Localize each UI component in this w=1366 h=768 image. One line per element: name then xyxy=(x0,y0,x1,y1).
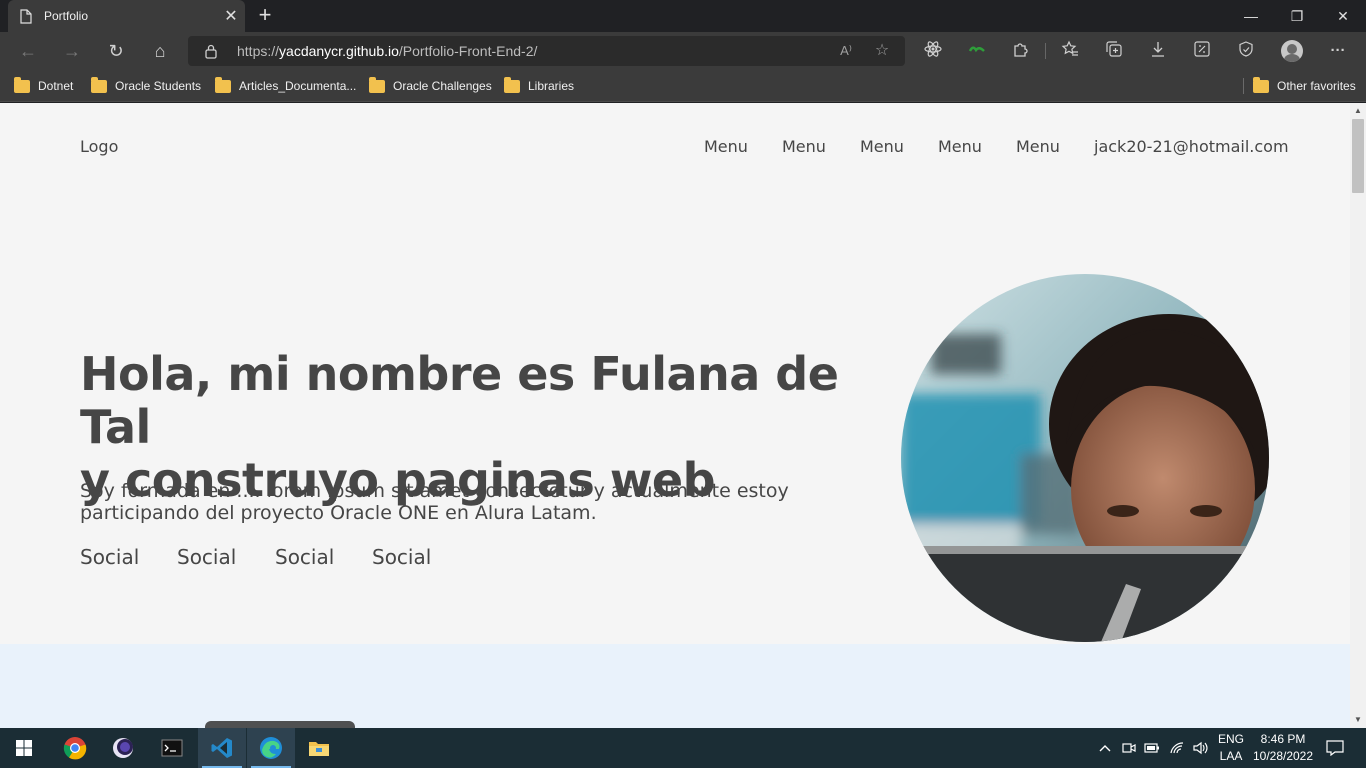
page-scrollbar[interactable]: ▲ ▼ xyxy=(1350,103,1366,728)
social-link-2[interactable]: Social xyxy=(177,545,236,569)
react-devtools-icon[interactable] xyxy=(921,40,945,62)
next-section xyxy=(0,644,1350,728)
favorites-bar: Dotnet Oracle Students Articles_Document… xyxy=(0,70,1366,102)
notifications-icon[interactable] xyxy=(1320,728,1350,768)
favorite-libraries[interactable]: Libraries xyxy=(504,76,574,96)
folder-icon xyxy=(369,76,385,93)
edge-icon[interactable] xyxy=(247,728,295,768)
extensions-icon[interactable] xyxy=(1009,40,1033,62)
social-link-1[interactable]: Social xyxy=(80,545,139,569)
back-button[interactable]: ← xyxy=(15,38,41,64)
forward-button[interactable]: → xyxy=(59,38,85,64)
minimize-button[interactable]: — xyxy=(1228,0,1274,32)
url-prefix: https:// xyxy=(237,43,280,59)
taskbar: ENG LAA 8:46 PM 10/28/2022 xyxy=(0,728,1366,768)
nav-email-link[interactable]: jack20-21@hotmail.com xyxy=(1094,137,1289,156)
scroll-down-icon[interactable]: ▼ xyxy=(1350,712,1366,728)
battery-icon[interactable] xyxy=(1143,728,1161,768)
hero-text-line1: Soy formada en .... lorem ipsum sit amet… xyxy=(80,480,789,502)
profile-icon[interactable] xyxy=(1281,40,1303,62)
wifi-icon[interactable] xyxy=(1168,728,1186,768)
home-button[interactable]: ⌂ xyxy=(147,38,173,64)
tab-close-icon[interactable]: ✕ xyxy=(217,6,245,26)
social-link-4[interactable]: Social xyxy=(372,545,431,569)
hero-title-line1: Hola, mi nombre es Fulana de Tal xyxy=(80,347,839,454)
section-heading-peek xyxy=(205,721,355,728)
input-language[interactable]: ENG LAA xyxy=(1214,731,1248,765)
url-host: yacdanycr.github.io xyxy=(279,43,399,59)
volume-icon[interactable] xyxy=(1191,728,1209,768)
clock-date: 10/28/2022 xyxy=(1252,749,1314,763)
terminal-icon[interactable] xyxy=(148,728,196,768)
other-favorites-label: Other favorites xyxy=(1277,79,1356,93)
toolbar-divider xyxy=(1045,43,1046,59)
lock-icon[interactable] xyxy=(204,43,218,59)
favorite-dotnet[interactable]: Dotnet xyxy=(14,76,73,96)
folder-icon xyxy=(14,76,30,93)
collections-icon[interactable] xyxy=(1102,40,1126,62)
clock[interactable]: 8:46 PM 10/28/2022 xyxy=(1244,731,1322,765)
refresh-button[interactable]: ↻ xyxy=(103,38,129,64)
nav-menu-2[interactable]: Menu xyxy=(782,137,826,156)
more-icon[interactable]: ··· xyxy=(1326,40,1350,62)
language-code: ENG xyxy=(1217,732,1244,746)
tab-strip: Portfolio ✕ + — ❐ ✕ xyxy=(0,0,1366,32)
restore-button[interactable]: ❐ xyxy=(1274,0,1320,32)
scroll-up-icon[interactable]: ▲ xyxy=(1350,103,1366,119)
url-text: https://yacdanycr.github.io/Portfolio-Fr… xyxy=(237,43,537,59)
math-solver-icon[interactable] xyxy=(1190,40,1214,62)
window-close-button[interactable]: ✕ xyxy=(1320,0,1366,32)
nav-menu-1[interactable]: Menu xyxy=(704,137,748,156)
windows-start-icon[interactable] xyxy=(0,728,48,768)
favorite-label: Oracle Challenges xyxy=(393,79,492,93)
social-link-3[interactable]: Social xyxy=(275,545,334,569)
hero-description: Soy formada en .... lorem ipsum sit amet… xyxy=(80,480,860,524)
scrollbar-thumb[interactable] xyxy=(1352,119,1364,193)
hero-text-line2: participando del proyecto Oracle ONE en … xyxy=(80,502,597,524)
nav-menu-3[interactable]: Menu xyxy=(860,137,904,156)
eclipse-icon[interactable] xyxy=(99,728,147,768)
file-explorer-icon[interactable] xyxy=(295,728,343,768)
nav-menu-4[interactable]: Menu xyxy=(938,137,982,156)
favorite-oracle-students[interactable]: Oracle Students xyxy=(91,76,201,96)
add-favorite-icon[interactable]: ☆ xyxy=(872,41,892,61)
favorites-divider xyxy=(1243,78,1244,94)
chrome-icon[interactable] xyxy=(51,728,99,768)
favorite-label: Articles_Documenta... xyxy=(239,79,357,93)
folder-icon xyxy=(91,76,107,93)
favorite-label: Oracle Students xyxy=(115,79,202,93)
folder-icon xyxy=(1253,76,1269,93)
folder-icon xyxy=(215,76,231,93)
site-logo[interactable]: Logo xyxy=(80,137,118,156)
tray-overflow-icon[interactable] xyxy=(1096,728,1114,768)
favorite-label: Libraries xyxy=(528,79,575,93)
url-path: /Portfolio-Front-End-2/ xyxy=(398,43,538,59)
other-favorites[interactable]: Other favorites xyxy=(1253,76,1356,96)
browser-essentials-icon[interactable] xyxy=(1234,40,1258,62)
clock-time: 8:46 PM xyxy=(1260,732,1306,746)
nav-menu-5[interactable]: Menu xyxy=(1016,137,1060,156)
favorites-icon[interactable] xyxy=(1058,40,1082,62)
meet-now-icon[interactable] xyxy=(1120,728,1138,768)
page-viewport: Logo Menu Menu Menu Menu Menu jack20-21@… xyxy=(0,103,1350,728)
profile-photo xyxy=(901,274,1269,642)
read-aloud-icon[interactable]: A⁾ xyxy=(836,41,856,61)
favorite-label: Dotnet xyxy=(38,79,74,93)
new-tab-button[interactable]: + xyxy=(254,4,276,26)
page-icon xyxy=(20,8,32,24)
downloads-icon[interactable] xyxy=(1146,40,1170,62)
tab-portfolio[interactable]: Portfolio ✕ xyxy=(8,0,245,32)
keyboard-layout: LAA xyxy=(1219,749,1243,763)
folder-icon xyxy=(504,76,520,93)
extension-green-icon[interactable] xyxy=(965,40,989,62)
favorite-articles[interactable]: Articles_Documenta... xyxy=(215,76,356,96)
url-field[interactable]: https://yacdanycr.github.io/Portfolio-Fr… xyxy=(188,36,905,66)
tab-title: Portfolio xyxy=(44,9,89,23)
favorite-oracle-challenges[interactable]: Oracle Challenges xyxy=(369,76,492,96)
address-toolbar: ← → ↻ ⌂ https://yacdanycr.github.io/Port… xyxy=(0,32,1366,70)
vscode-icon[interactable] xyxy=(198,728,246,768)
